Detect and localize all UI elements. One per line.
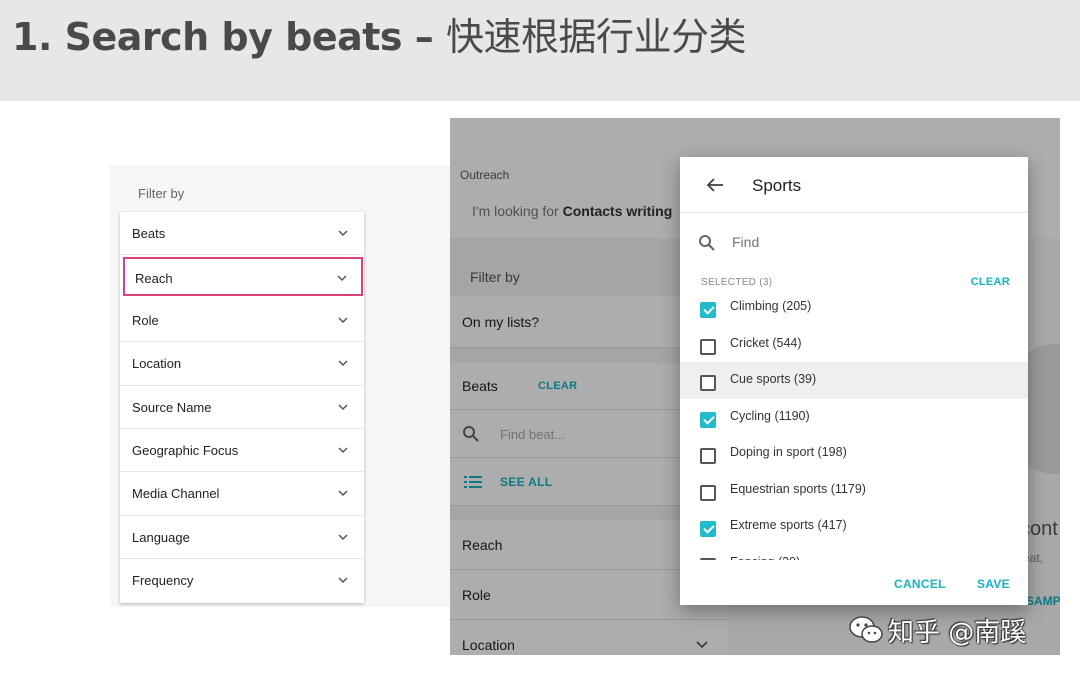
sport-option[interactable]: Extreme sports (417) [680, 508, 1028, 545]
filter-item-label: Location [132, 356, 182, 372]
chevron-down-icon [338, 317, 348, 323]
left-filter-list: Beats Reach Role Location Source Name Geograp… [120, 212, 364, 603]
sport-option-label: Doping in sport (198) [730, 445, 847, 459]
filter-item-beats[interactable]: Beats [120, 212, 364, 256]
left-filter-by-label: Filter by [138, 186, 185, 201]
sport-option[interactable]: Doping in sport (198) [680, 435, 1028, 472]
sport-option[interactable]: Fencing (30) [680, 545, 1028, 561]
filter-item-role[interactable]: Role [120, 299, 364, 343]
sport-option[interactable]: Cue sports (39) [680, 362, 1028, 399]
sport-option-label: Cycling (1190) [730, 408, 810, 423]
sport-option-label: Climbing (205) [730, 299, 812, 313]
checkbox[interactable] [700, 375, 716, 391]
checkbox[interactable] [700, 302, 716, 318]
sports-options-list: Climbing (205) Cricket (544) Cue sports (3… [680, 289, 1028, 560]
sport-option[interactable]: Equestrian sports (1179) [680, 472, 1028, 509]
watermark: 知乎 @南蹊 [848, 612, 1026, 648]
slide-title: 1. Search by beats – 快速根据行业分类 [12, 6, 747, 61]
chevron-down-icon [338, 360, 348, 367]
filter-item-frequency[interactable]: Frequency [120, 559, 364, 602]
filter-item-reach[interactable]: Reach [123, 257, 363, 297]
save-button[interactable]: SAVE [977, 577, 1010, 591]
filter-item-source-name[interactable]: Source Name [120, 386, 364, 429]
dialog-find-input[interactable] [732, 234, 992, 250]
dialog-clear-button[interactable]: CLEAR [971, 276, 1010, 288]
checkbox[interactable] [700, 411, 716, 428]
selected-count-label: SELECTED (3) [701, 277, 773, 288]
chevron-down-icon [338, 447, 348, 454]
checkbox[interactable] [700, 448, 716, 464]
chevron-down-icon [338, 534, 348, 540]
checkbox[interactable] [700, 338, 716, 355]
back-arrow-icon[interactable] [706, 177, 724, 193]
chevron-down-icon [338, 230, 348, 237]
sport-option[interactable]: Cycling (1190) [680, 399, 1028, 436]
filter-item-label: Beats [132, 226, 166, 241]
filter-item-location[interactable]: Location [120, 342, 364, 386]
filter-item-media-channel[interactable]: Media Channel [120, 472, 364, 516]
dialog-title: Sports [752, 176, 802, 195]
filter-item-geographic-focus[interactable]: Geographic Focus [120, 429, 364, 473]
filter-item-label: Reach [135, 271, 173, 287]
sports-dialog: Sports SELECTED (3) CLEAR Climbing (205)… [680, 157, 1028, 605]
sport-option-label: Fencing (30) [730, 555, 800, 561]
sport-option-label: Cricket (544) [730, 335, 802, 350]
checkbox[interactable] [700, 557, 716, 560]
chevron-down-icon [338, 577, 348, 584]
checkbox[interactable] [700, 521, 716, 537]
slide-title-cn: 快速根据行业分类 [446, 15, 747, 59]
filter-item-language[interactable]: Language [120, 516, 364, 560]
filter-item-label: Role [132, 312, 159, 328]
watermark-text: 知乎 @南蹊 [888, 617, 1027, 648]
sport-option-label: Extreme sports (417) [730, 518, 847, 532]
sport-option[interactable]: Climbing (205) [680, 289, 1028, 326]
cancel-button[interactable]: CANCEL [894, 577, 946, 591]
sport-option-label: Cue sports (39) [730, 372, 817, 386]
search-icon [699, 235, 715, 251]
checkbox[interactable] [700, 484, 716, 501]
sport-option-label: Equestrian sports (1179) [730, 481, 866, 496]
filter-item-label: Source Name [132, 399, 212, 415]
filter-item-label: Geographic Focus [132, 443, 239, 458]
filter-item-label: Frequency [132, 573, 194, 589]
dialog-header: Sports [680, 157, 1028, 213]
filter-item-label: Language [132, 529, 190, 545]
wechat-logo-icon [849, 616, 883, 643]
filter-item-label: Media Channel [132, 486, 220, 502]
chevron-down-icon [338, 490, 348, 497]
slide-title-en: 1. Search by beats – [12, 15, 446, 59]
chevron-down-icon [338, 404, 348, 410]
chevron-down-icon [337, 275, 347, 282]
sport-option[interactable]: Cricket (544) [680, 326, 1028, 363]
